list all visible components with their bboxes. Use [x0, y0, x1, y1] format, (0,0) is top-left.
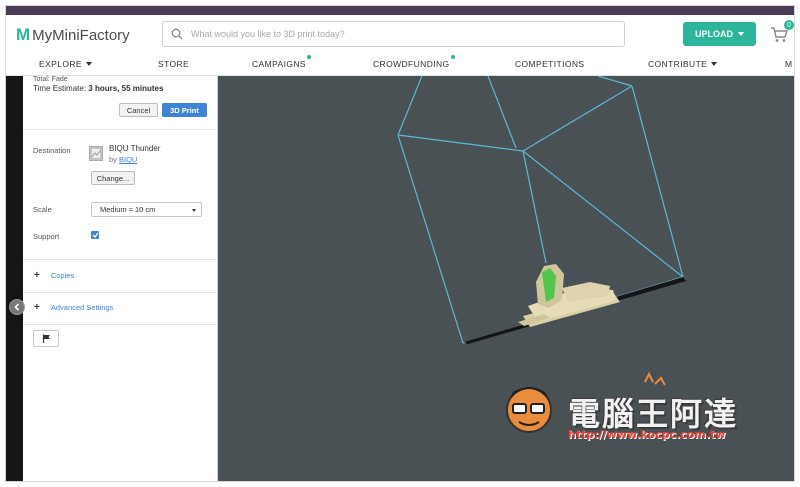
new-dot-icon [450, 55, 455, 59]
nav-campaigns-text: CAMPAIGNS [252, 59, 306, 69]
sphinx-model [518, 264, 620, 327]
cart-badge: 0 [784, 20, 794, 30]
checkmark-icon [92, 232, 99, 238]
watermark-url: http://www.kocpc.com.tw [568, 428, 726, 441]
printer-icon [89, 146, 103, 161]
nav-explore[interactable]: EXPLORE [39, 59, 92, 69]
nav-crowdfunding-text: CROWDFUNDING [373, 59, 450, 69]
search-bar[interactable] [162, 21, 625, 47]
main-nav: EXPLORE STORE CAMPAIGNS CROWDFUNDING COM… [6, 54, 794, 76]
chevron-down-icon [192, 209, 196, 212]
nav-competitions-label: COMPETITIONS [515, 59, 585, 69]
printer-owner-link[interactable]: BIQU [119, 155, 137, 164]
change-printer-button[interactable]: Change... [91, 171, 135, 185]
printer-image-icon [90, 147, 102, 160]
printer-name: BIQU Thunder [109, 144, 161, 153]
scale-select[interactable]: Medium ≈ 10 cm [91, 202, 202, 217]
chevron-left-icon [14, 303, 20, 311]
nav-crowdfunding-label: CROWDFUNDING [373, 55, 455, 69]
plus-icon: + [34, 270, 40, 281]
time-estimate-value: 3 hours, 55 minutes [88, 84, 164, 93]
destination-label: Destination [33, 146, 71, 155]
print-settings-panel: Total: Fade Time Estimate: 3 hours, 55 m… [23, 76, 218, 481]
divider [23, 292, 218, 293]
printer-by-text: by [109, 155, 117, 164]
chevron-down-icon [711, 62, 718, 66]
logo-mark-icon: M [16, 25, 30, 44]
upload-button[interactable]: UPLOAD [683, 22, 756, 46]
cancel-button[interactable]: Cancel [119, 103, 158, 117]
support-checkbox[interactable] [91, 231, 99, 239]
plus-icon: + [34, 302, 40, 313]
printer-owner-line: by BIQU [109, 155, 137, 164]
chevron-down-icon [738, 32, 744, 36]
report-button[interactable] [33, 330, 59, 347]
print-sidebar: Total: Fade Time Estimate: 3 hours, 55 m… [6, 76, 218, 481]
time-estimate-label: Time Estimate: [33, 84, 87, 93]
nav-explore-label: EXPLORE [39, 59, 82, 69]
collapse-panel-button[interactable] [9, 299, 25, 315]
divider [23, 324, 218, 325]
browser-frame: M MyMiniFactory UPLOAD 0 EXPLORE STORE [5, 5, 795, 482]
search-icon [171, 28, 183, 40]
copies-toggle[interactable]: + Copies [34, 270, 74, 281]
support-label: Support [33, 232, 60, 241]
nav-store[interactable]: STORE [158, 59, 189, 69]
nav-contribute-label: CONTRIBUTE [648, 59, 708, 69]
search-input[interactable] [191, 29, 591, 39]
divider [23, 259, 218, 260]
partial-status-text: Total: Fade [33, 76, 68, 83]
scale-select-value: Medium ≈ 10 cm [100, 205, 156, 214]
copies-label: Copies [50, 271, 75, 280]
nav-more-label: M [785, 59, 793, 69]
advanced-settings-toggle[interactable]: + Advanced Settings [34, 302, 113, 313]
logo[interactable]: M MyMiniFactory [16, 25, 130, 45]
nav-more[interactable]: M [785, 59, 792, 69]
chevron-down-icon [85, 62, 92, 66]
nav-store-label: STORE [158, 59, 190, 69]
logo-text: MyMiniFactory [32, 26, 130, 44]
time-estimate: Time Estimate: 3 hours, 55 minutes [33, 84, 163, 93]
left-dark-strip [6, 76, 23, 481]
advanced-settings-label: Advanced Settings [50, 303, 114, 312]
nav-campaigns-label: CAMPAIGNS [252, 55, 311, 69]
nav-competitions[interactable]: COMPETITIONS [515, 59, 585, 69]
nav-crowdfunding[interactable]: CROWDFUNDING [373, 55, 455, 69]
3d-print-button[interactable]: 3D Print [162, 103, 207, 117]
scale-label: Scale [33, 205, 52, 214]
new-dot-icon [306, 55, 311, 59]
upload-button-label: UPLOAD [695, 29, 733, 39]
top-color-strip [6, 6, 794, 15]
flag-icon [42, 334, 50, 343]
nav-contribute[interactable]: CONTRIBUTE [648, 59, 718, 69]
nav-campaigns[interactable]: CAMPAIGNS [252, 55, 311, 69]
divider [23, 129, 218, 130]
